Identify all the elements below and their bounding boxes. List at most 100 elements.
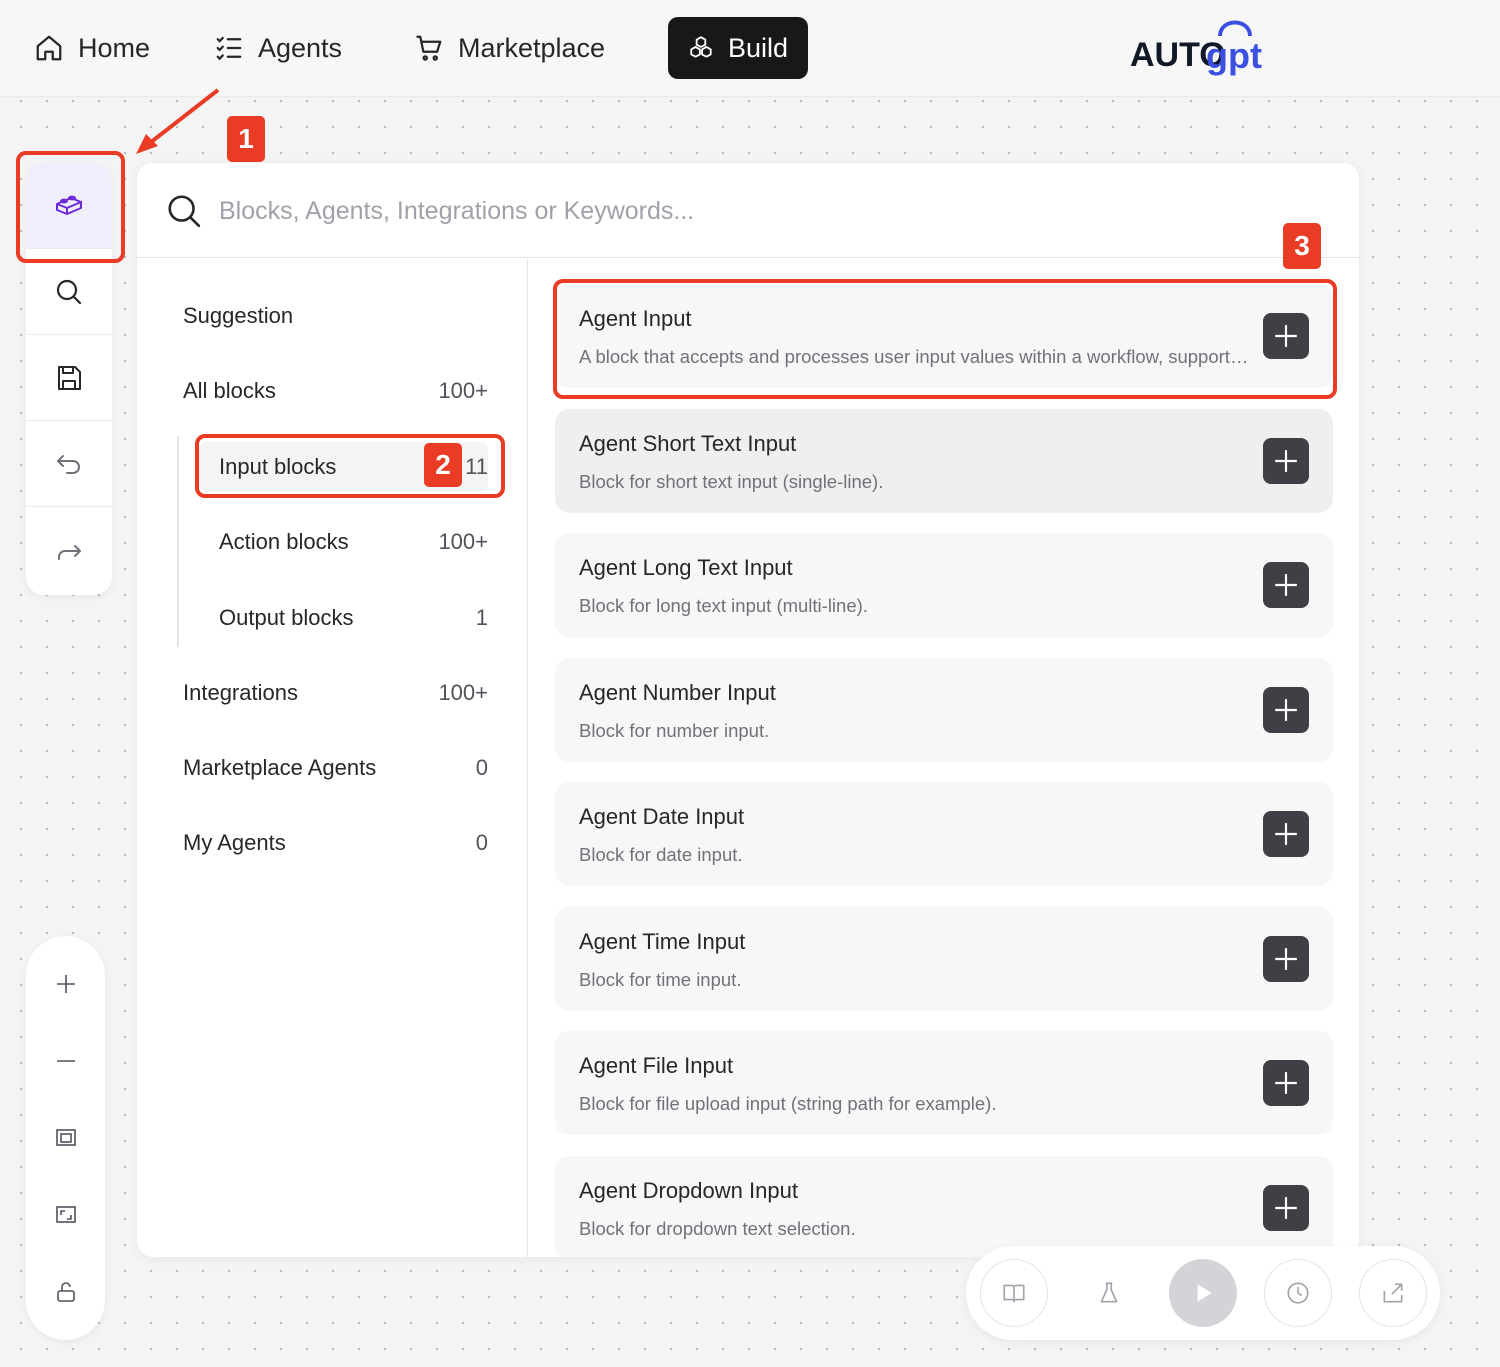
highlight-blocks-menu xyxy=(16,151,125,263)
block-card-agent-dropdown-input[interactable]: Agent Dropdown Input Block for dropdown … xyxy=(555,1156,1333,1257)
step-badge-3: 3 xyxy=(1283,223,1321,269)
category-suggestion[interactable]: Suggestion xyxy=(183,294,488,338)
undo-icon xyxy=(57,454,80,474)
add-block-button[interactable] xyxy=(1263,811,1309,857)
blocks-icon xyxy=(690,36,712,58)
block-card-agent-date-input[interactable]: Agent Date Input Block for date input. xyxy=(555,782,1333,886)
category-all-blocks[interactable]: All blocks 100+ xyxy=(183,369,488,413)
block-description: Block for number input. xyxy=(579,720,770,741)
nav-marketplace[interactable]: Marketplace xyxy=(400,18,619,78)
category-count: 0 xyxy=(475,830,488,855)
block-title: Agent Date Input xyxy=(579,804,745,829)
annotation-arrow xyxy=(136,88,220,154)
block-description: Block for long text input (multi-line). xyxy=(579,595,868,616)
block-description: Block for time input. xyxy=(579,969,742,990)
run-button[interactable] xyxy=(1169,1259,1237,1327)
category-integrations[interactable]: Integrations 100+ xyxy=(183,671,488,715)
fit-view-icon[interactable] xyxy=(54,1126,78,1150)
step-badge-1: 1 xyxy=(227,116,265,162)
category-label: Marketplace Agents xyxy=(183,755,377,780)
add-block-button[interactable] xyxy=(1263,1060,1309,1106)
lock-icon[interactable] xyxy=(54,1280,78,1304)
category-count: 100+ xyxy=(438,378,488,403)
subcategory-divider xyxy=(177,436,179,647)
block-title: Agent Long Text Input xyxy=(579,555,793,580)
home-icon xyxy=(36,35,62,61)
undo-button[interactable] xyxy=(26,421,112,507)
plus-icon xyxy=(1275,450,1297,472)
block-description: Block for file upload input (string path… xyxy=(579,1093,997,1114)
search-icon xyxy=(56,279,82,304)
plus-icon[interactable] xyxy=(54,972,78,996)
block-description: Block for date input. xyxy=(579,844,743,865)
test-button[interactable] xyxy=(1075,1259,1143,1327)
block-search-bar xyxy=(137,163,1359,258)
fullscreen-icon[interactable] xyxy=(54,1203,78,1227)
logo-text-gpt: gpt xyxy=(1206,35,1262,76)
nav-home[interactable]: Home xyxy=(20,18,164,78)
add-block-button[interactable] xyxy=(1263,687,1309,733)
plus-icon xyxy=(1275,948,1297,970)
run-controls-bar xyxy=(966,1246,1440,1340)
add-block-button[interactable] xyxy=(1263,1185,1309,1231)
nav-build[interactable]: Build xyxy=(668,17,808,79)
flask-icon xyxy=(1100,1282,1118,1303)
block-card-agent-short-text-input[interactable]: Agent Short Text Input Block for short t… xyxy=(555,409,1333,513)
block-description: Block for dropdown text selection. xyxy=(579,1218,856,1239)
nav-build-label: Build xyxy=(727,32,788,63)
subcategory-output-blocks[interactable]: Output blocks 1 xyxy=(199,593,488,643)
block-title: Agent Number Input xyxy=(579,680,776,705)
block-search-input[interactable] xyxy=(219,185,1319,237)
zoom-controls xyxy=(26,936,105,1340)
subcategory-count: 1 xyxy=(475,605,488,630)
category-label: All blocks xyxy=(183,378,276,403)
guide-button[interactable] xyxy=(980,1259,1048,1327)
minus-icon[interactable] xyxy=(54,1049,78,1073)
category-sidebar: Suggestion All blocks 100+ Input blocks … xyxy=(137,259,528,1257)
add-block-button[interactable] xyxy=(1263,562,1309,608)
category-count: 0 xyxy=(475,755,488,780)
category-count: 100+ xyxy=(438,680,488,705)
list-checks-icon xyxy=(216,36,242,61)
book-icon xyxy=(1003,1284,1025,1303)
block-card-agent-long-text-input[interactable]: Agent Long Text Input Block for long tex… xyxy=(555,533,1333,637)
plus-icon xyxy=(1275,699,1297,721)
autogpt-logo[interactable]: AUTO gpt xyxy=(1128,14,1278,84)
plus-icon xyxy=(1275,574,1297,596)
category-marketplace-agents[interactable]: Marketplace Agents 0 xyxy=(183,746,488,790)
save-button[interactable] xyxy=(26,335,112,421)
block-title: Agent Short Text Input xyxy=(579,431,797,456)
nav-marketplace-label: Marketplace xyxy=(458,32,606,63)
top-navbar: Home Agents Marketplace Build AUTO gpt xyxy=(0,0,1500,97)
plus-icon xyxy=(1275,1197,1297,1219)
category-my-agents[interactable]: My Agents 0 xyxy=(183,821,488,865)
subcategory-action-blocks[interactable]: Action blocks 100+ xyxy=(199,517,488,567)
add-block-button[interactable] xyxy=(1263,936,1309,982)
subcategory-label: Output blocks xyxy=(219,605,354,630)
block-description: Block for short text input (single-line)… xyxy=(579,471,884,492)
nav-agents-label: Agents xyxy=(258,32,343,63)
schedule-button[interactable] xyxy=(1264,1259,1332,1327)
block-card-agent-time-input[interactable]: Agent Time Input Block for time input. xyxy=(555,907,1333,1011)
block-list: Agent Input A block that accepts and pro… xyxy=(555,259,1333,1257)
share-button[interactable] xyxy=(1359,1259,1427,1327)
block-title: Agent Time Input xyxy=(579,929,746,954)
step-badge-2: 2 xyxy=(424,443,462,487)
cart-icon xyxy=(416,35,442,61)
nav-home-label: Home xyxy=(78,32,151,63)
subcategory-label: Action blocks xyxy=(219,529,349,554)
category-label: Suggestion xyxy=(183,303,294,328)
block-title: Agent Dropdown Input xyxy=(579,1178,798,1203)
redo-icon xyxy=(58,545,81,560)
block-card-agent-number-input[interactable]: Agent Number Input Block for number inpu… xyxy=(555,658,1333,762)
clock-icon xyxy=(1287,1282,1309,1304)
category-label: My Agents xyxy=(183,830,286,855)
redo-button[interactable] xyxy=(26,507,112,593)
add-block-button[interactable] xyxy=(1263,438,1309,484)
nav-agents[interactable]: Agents xyxy=(200,18,356,78)
share-icon xyxy=(1383,1283,1403,1303)
category-label: Integrations xyxy=(183,680,298,705)
plus-icon xyxy=(1275,1072,1297,1094)
search-icon xyxy=(168,195,201,228)
block-card-agent-file-input[interactable]: Agent File Input Block for file upload i… xyxy=(555,1031,1333,1135)
